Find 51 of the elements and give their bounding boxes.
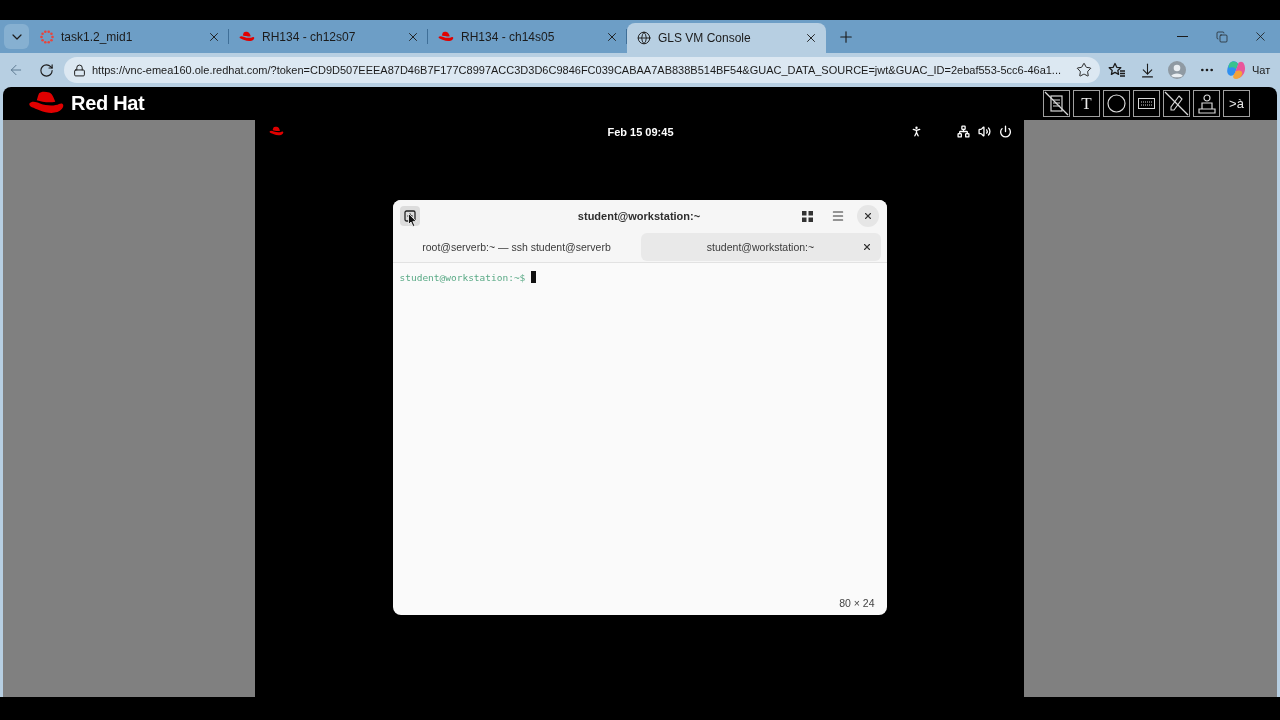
accessibility-icon[interactable] [910, 125, 923, 138]
console-tool-button[interactable] [1103, 90, 1130, 117]
hat-icon [239, 30, 255, 43]
console-tool-button[interactable] [1043, 90, 1070, 117]
console-tool-button[interactable] [1193, 90, 1220, 117]
crossed-document-icon [1044, 91, 1069, 116]
mouse-pointer-icon [407, 213, 417, 227]
hat-icon [269, 126, 284, 137]
browser-tab[interactable]: GLS VM Console [627, 23, 826, 53]
volume-icon[interactable] [978, 125, 991, 138]
avatar-icon [1168, 61, 1186, 79]
address-field[interactable]: https://vnc-emea160.ole.redhat.com/?token=CD9D507EEEA87D46B7F177C8997ACC3D3D6C9846FC039CABAA7AB838B514BF54&GUAC_DATA_SOURCE=jwt&GUAC_ID=2ebaf553-5cc6-46a1... [64, 57, 1100, 83]
close-icon [861, 242, 872, 252]
menu-icon [830, 209, 845, 223]
console-tool-button[interactable] [1133, 90, 1160, 117]
swirl-logo-icon [1226, 60, 1246, 80]
brand-name: Red Hat [71, 92, 145, 115]
keyboard-icon [1138, 98, 1155, 109]
person-at-desk-icon [1197, 93, 1216, 114]
star-list-icon [1108, 62, 1126, 78]
browser-tab[interactable]: task1.2_mid1 [30, 20, 229, 53]
console-tool-button[interactable]: T [1073, 90, 1100, 117]
browser-tab[interactable]: RH134 - ch12s07 [229, 20, 428, 53]
console-tool-button[interactable]: >à [1223, 90, 1250, 117]
reload-icon [38, 62, 54, 78]
clock-label: Feb 15 09:45 [607, 125, 674, 138]
close-icon [1253, 29, 1268, 44]
terminal-tab[interactable]: root@serverb:~ — ssh student@serverb [400, 233, 633, 261]
circle-icon [1107, 94, 1126, 113]
window-title: student@workstation:~ [577, 210, 701, 222]
text-cursor-icon [531, 271, 537, 283]
console-tool-button[interactable] [1163, 90, 1190, 117]
terminal-tab[interactable]: student@workstation:~ [640, 233, 881, 261]
power-icon[interactable] [999, 125, 1012, 138]
dotted-ring-icon [40, 29, 54, 44]
star-icon [1076, 62, 1092, 78]
restore-icon [1215, 30, 1228, 43]
lock-icon [73, 63, 86, 77]
chat-button[interactable]: Чат [1224, 56, 1273, 84]
grid-icon [802, 210, 813, 222]
close-button[interactable] [856, 205, 879, 227]
crossed-pen-icon [1164, 91, 1189, 116]
terminal-size-label: 80 × 24 [839, 597, 875, 609]
close-icon [804, 31, 818, 45]
minimize-icon [1177, 36, 1188, 37]
network-icon[interactable] [957, 125, 970, 138]
browser-tab[interactable]: RH134 - ch14s05 [428, 20, 627, 53]
prompt-text: student@workstation:~$ [399, 271, 526, 283]
hat-icon [438, 30, 454, 43]
close-icon [862, 211, 873, 221]
globe-icon [637, 31, 651, 45]
